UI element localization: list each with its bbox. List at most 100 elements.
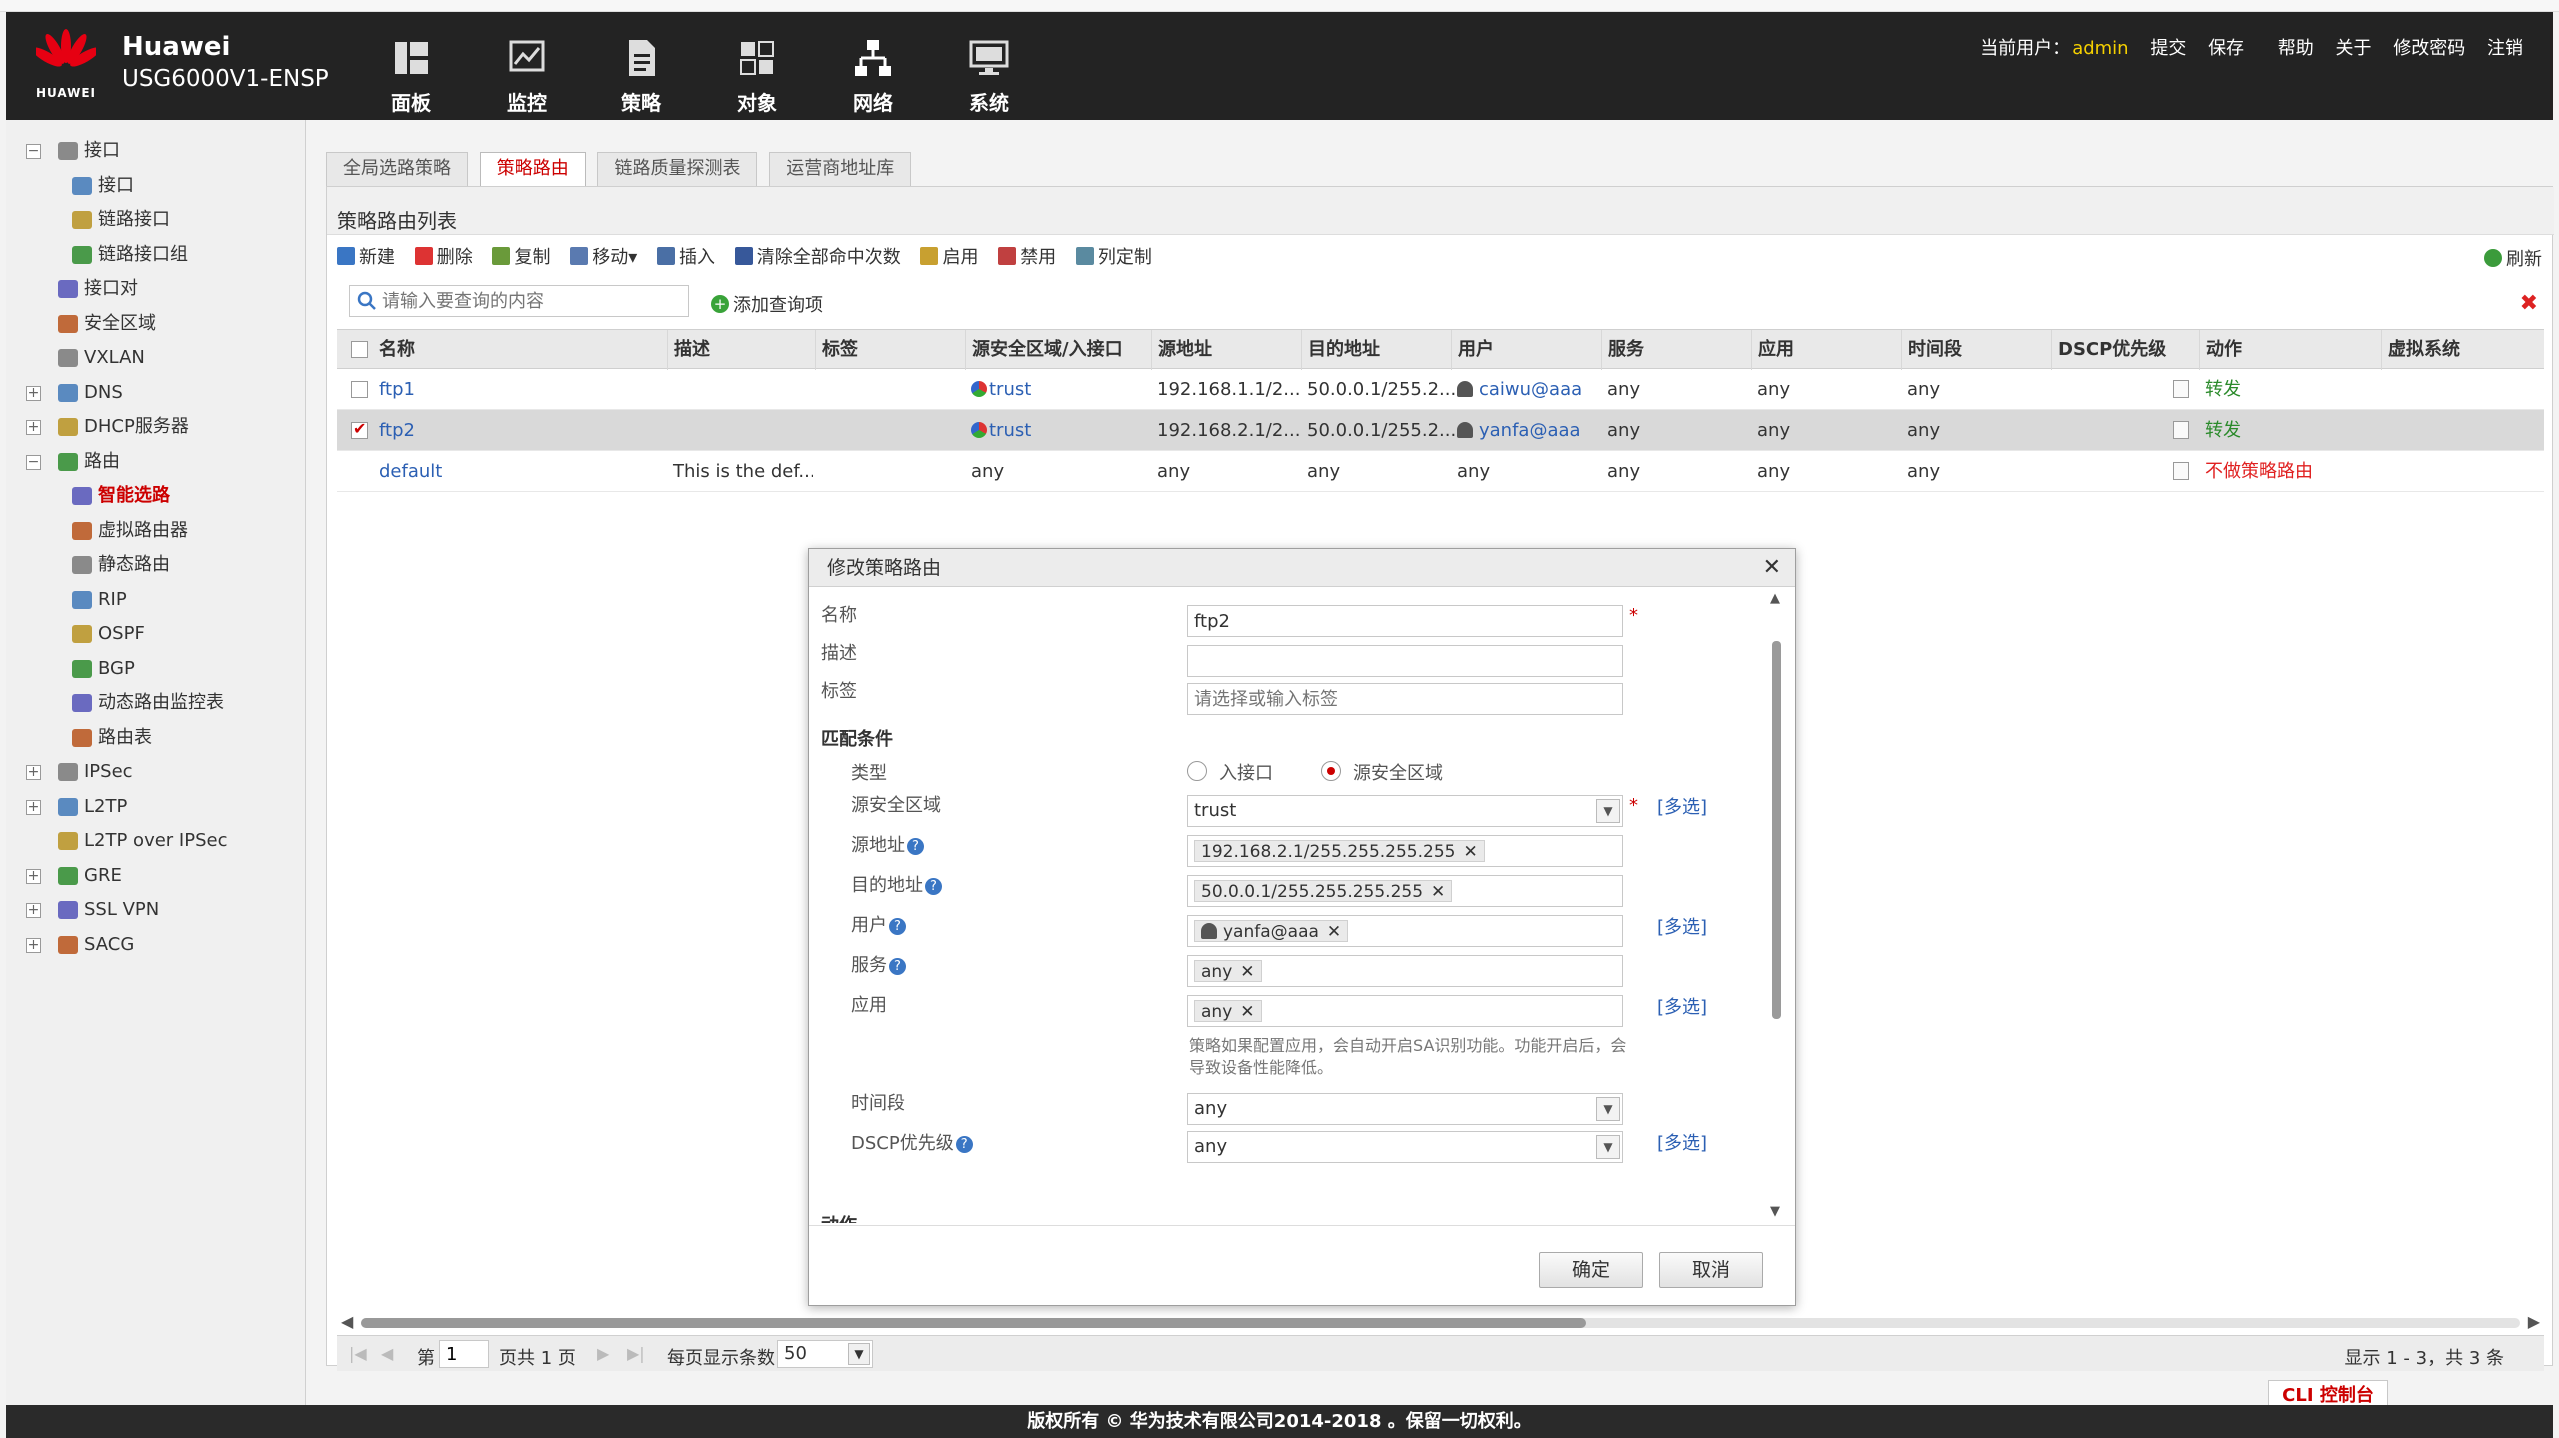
- desc-field[interactable]: [1187, 645, 1623, 677]
- sidebar-item[interactable]: 接口: [6, 169, 306, 204]
- sidebar-item[interactable]: + DHCP服务器: [6, 410, 306, 445]
- dialog-vertical-scrollbar[interactable]: ▲ ▼: [1767, 589, 1787, 1223]
- dscp-doc-icon[interactable]: [2167, 369, 2189, 410]
- col-dst-addr[interactable]: 目的地址: [1301, 330, 1380, 370]
- col-service[interactable]: 服务: [1601, 330, 1644, 370]
- sidebar-item[interactable]: − 路由: [6, 445, 306, 480]
- app-multiselect[interactable]: [多选]: [1657, 993, 1707, 1019]
- horizontal-scrollbar[interactable]: ◀ ▶: [337, 1312, 2544, 1332]
- dscp-select[interactable]: any ▼: [1187, 1131, 1623, 1163]
- collapse-icon[interactable]: −: [26, 144, 41, 159]
- delete-button[interactable]: 删除: [414, 243, 473, 269]
- about-link[interactable]: 关于: [2336, 38, 2372, 59]
- sidebar-item[interactable]: 链路接口: [6, 203, 306, 238]
- name-field[interactable]: [1187, 605, 1623, 637]
- scroll-right-icon[interactable]: ▶: [2528, 1312, 2540, 1331]
- row-checkbox[interactable]: [351, 381, 368, 398]
- nav-dashboard[interactable]: 面板: [366, 38, 456, 116]
- col-dscp[interactable]: DSCP优先级: [2051, 330, 2166, 370]
- sidebar-item[interactable]: + SACG: [6, 928, 306, 963]
- user-field[interactable]: yanfa@aaa ✕: [1187, 915, 1623, 947]
- sidebar-item[interactable]: 链路接口组: [6, 238, 306, 273]
- tab-policy-route[interactable]: 策略路由: [479, 152, 586, 186]
- sidebar-item[interactable]: 静态路由: [6, 548, 306, 583]
- help-icon[interactable]: ?: [955, 1136, 973, 1153]
- row-name[interactable]: ftp1: [373, 369, 415, 410]
- dst-addr-field[interactable]: 50.0.0.1/255.255.255.255 ✕: [1187, 875, 1623, 907]
- sidebar-item[interactable]: 安全区域: [6, 307, 306, 342]
- change-password-link[interactable]: 修改密码: [2393, 38, 2465, 59]
- row-name[interactable]: default: [373, 451, 442, 492]
- user-multiselect[interactable]: [多选]: [1657, 913, 1707, 939]
- scroll-up-icon[interactable]: ▲: [1770, 591, 1780, 606]
- sidebar-item[interactable]: 虚拟路由器: [6, 514, 306, 549]
- sidebar-item[interactable]: OSPF: [6, 617, 306, 652]
- app-field[interactable]: any ✕: [1187, 995, 1623, 1027]
- nav-system[interactable]: 系统: [944, 38, 1034, 116]
- row-checkbox[interactable]: [351, 419, 368, 439]
- nav-object[interactable]: 对象: [712, 38, 802, 116]
- prev-page-icon[interactable]: ◀: [381, 1344, 393, 1363]
- disable-button[interactable]: 禁用: [998, 243, 1056, 269]
- dscp-doc-icon[interactable]: [2167, 451, 2189, 492]
- sidebar-item[interactable]: 接口对: [6, 272, 306, 307]
- tab-global-route-policy[interactable]: 全局选路策略: [326, 152, 468, 186]
- enable-button[interactable]: 启用: [920, 243, 978, 269]
- sidebar-item[interactable]: 动态路由监控表: [6, 686, 306, 721]
- sidebar-item[interactable]: + GRE: [6, 859, 306, 894]
- last-page-icon[interactable]: ▶|: [627, 1344, 645, 1363]
- collapse-icon[interactable]: −: [26, 454, 41, 470]
- insert-button[interactable]: 插入: [656, 243, 715, 269]
- per-page-select[interactable]: 50 ▼: [777, 1340, 873, 1368]
- sidebar-item[interactable]: 智能选路: [6, 479, 306, 514]
- scroll-thumb[interactable]: [1772, 641, 1781, 1019]
- service-field[interactable]: any ✕: [1187, 955, 1623, 987]
- col-app[interactable]: 应用: [1751, 330, 1794, 370]
- expand-icon[interactable]: +: [26, 420, 41, 435]
- new-button[interactable]: 新建: [337, 243, 395, 269]
- col-time[interactable]: 时间段: [1901, 330, 1962, 370]
- scroll-down-icon[interactable]: ▼: [1770, 1204, 1780, 1219]
- move-button[interactable]: 移动▾: [570, 243, 637, 269]
- dscp-doc-icon[interactable]: [2167, 410, 2189, 451]
- col-name[interactable]: 名称: [373, 330, 415, 370]
- sidebar-item[interactable]: BGP: [6, 652, 306, 687]
- nav-network[interactable]: 网络: [828, 38, 918, 116]
- ok-button[interactable]: 确定: [1539, 1252, 1643, 1288]
- col-src-addr[interactable]: 源地址: [1151, 330, 1212, 370]
- help-icon[interactable]: ?: [889, 958, 906, 975]
- col-src-zone[interactable]: 源安全区域/入接口: [965, 330, 1123, 370]
- col-vsys[interactable]: 虚拟系统: [2381, 330, 2460, 370]
- sidebar-item[interactable]: + L2TP: [6, 790, 306, 825]
- remove-chip-icon[interactable]: ✕: [1431, 882, 1445, 902]
- expand-icon[interactable]: +: [26, 799, 41, 815]
- page-input[interactable]: [439, 1340, 489, 1368]
- select-all-checkbox[interactable]: [351, 341, 368, 358]
- search-input[interactable]: [349, 285, 689, 317]
- type-interface-radio[interactable]: [1187, 761, 1207, 781]
- help-icon[interactable]: ?: [925, 878, 942, 895]
- refresh-button[interactable]: 刷新: [2484, 245, 2542, 271]
- expand-icon[interactable]: +: [26, 385, 41, 401]
- help-icon[interactable]: ?: [889, 918, 906, 935]
- table-row[interactable]: ftp1 trust 192.168.1.1/2... 50.0.0.1/255…: [337, 369, 2544, 410]
- save-link[interactable]: 保存: [2208, 38, 2244, 59]
- col-user[interactable]: 用户: [1451, 330, 1494, 370]
- scroll-thumb[interactable]: [361, 1318, 1586, 1328]
- table-row[interactable]: ftp2 trust 192.168.2.1/2... 50.0.0.1/255…: [337, 410, 2544, 451]
- nav-policy[interactable]: 策略: [596, 38, 686, 116]
- clear-hits-button[interactable]: 清除全部命中次数: [734, 243, 901, 269]
- remove-chip-icon[interactable]: ✕: [1327, 922, 1341, 942]
- expand-icon[interactable]: +: [26, 868, 41, 884]
- expand-icon[interactable]: +: [26, 765, 41, 780]
- expand-icon[interactable]: +: [26, 937, 41, 953]
- first-page-icon[interactable]: |◀: [349, 1344, 367, 1363]
- customize-columns-button[interactable]: 列定制: [1075, 243, 1152, 269]
- tab-link-quality[interactable]: 链路质量探测表: [597, 152, 758, 186]
- time-select[interactable]: any ▼: [1187, 1093, 1623, 1125]
- copy-button[interactable]: 复制: [492, 243, 550, 269]
- sidebar-item[interactable]: + SSL VPN: [6, 893, 306, 928]
- src-zone-select[interactable]: trust ▼: [1187, 795, 1623, 827]
- close-icon[interactable]: ✕: [1763, 555, 1781, 580]
- add-query-button[interactable]: + 添加查询项: [711, 291, 823, 317]
